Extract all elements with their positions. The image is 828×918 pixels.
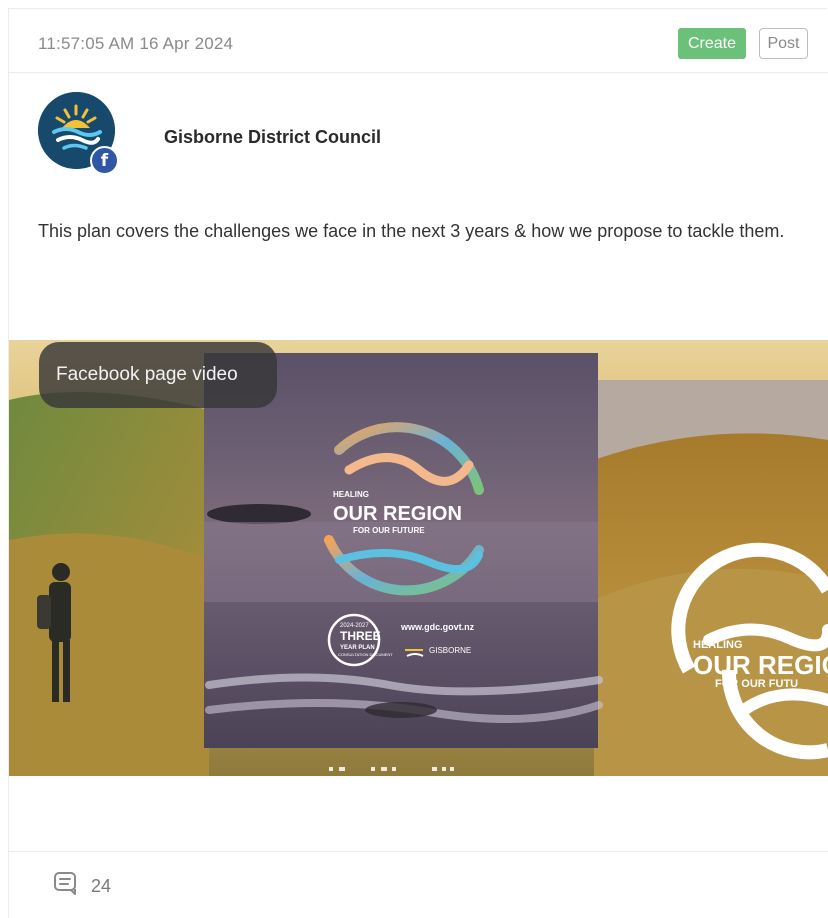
facebook-icon: f — [90, 146, 119, 175]
plan-doc: CONSULTATION DOCUMENT — [338, 652, 393, 657]
right-our-region: OUR REGIO — [693, 650, 828, 680]
poster-our-region: OUR REGION — [333, 503, 462, 525]
post-card: 11:57:05 AM 16 Apr 2024 Create Post f Gi… — [8, 8, 828, 918]
plan-title: THREE — [340, 629, 381, 643]
right-for-our-future: FOR OUR FUTU — [715, 678, 798, 690]
comments-icon[interactable] — [53, 871, 79, 895]
post-button[interactable]: Post — [759, 28, 808, 59]
media-source-badge: Facebook page video — [39, 342, 277, 408]
footer-divider — [9, 851, 828, 852]
poster-org: GISBORNE — [429, 646, 471, 655]
poster-healing: HEALING — [333, 490, 369, 499]
plan-subtitle: YEAR PLAN — [340, 645, 375, 651]
post-header: 11:57:05 AM 16 Apr 2024 Create Post — [9, 9, 828, 73]
comments-count: 24 — [91, 876, 112, 896]
poster-url: www.gdc.govt.nz — [400, 622, 475, 632]
account-name[interactable]: Gisborne District Council — [164, 127, 381, 148]
poster-for-our-future: FOR OUR FUTURE — [353, 526, 425, 535]
create-button[interactable]: Create — [678, 28, 746, 59]
post-timestamp: 11:57:05 AM 16 Apr 2024 — [38, 34, 234, 53]
post-body-text: This plan covers the challenges we face … — [38, 221, 785, 241]
